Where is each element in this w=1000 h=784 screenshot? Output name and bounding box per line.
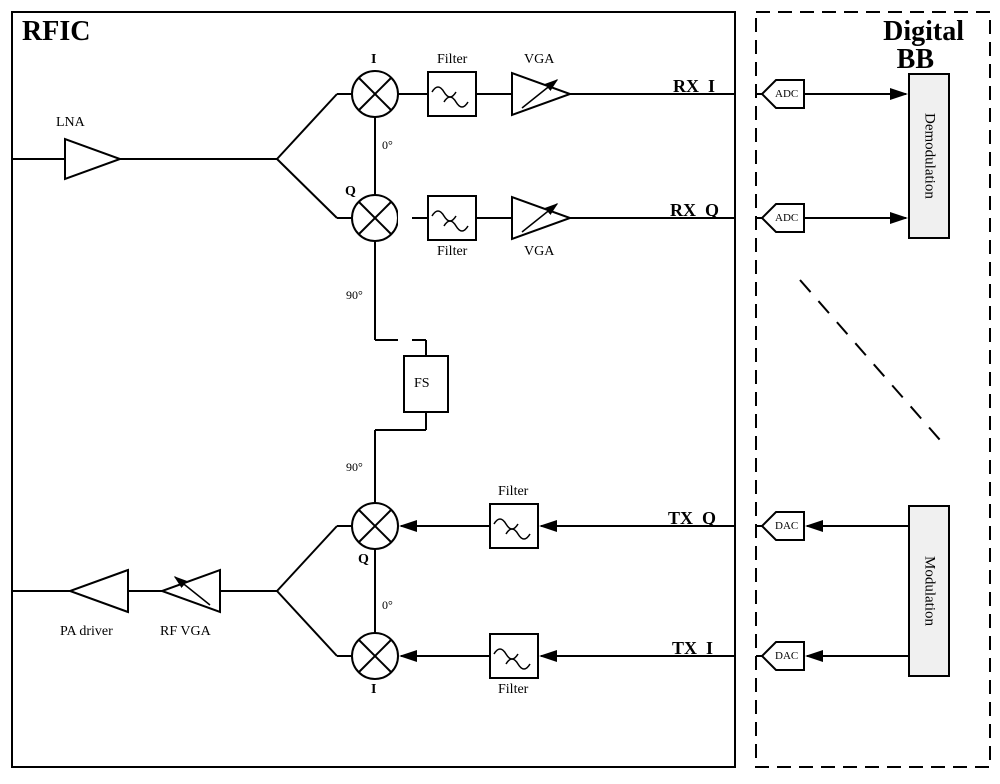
rf-vga bbox=[162, 570, 220, 612]
tx-i-filter bbox=[490, 634, 538, 678]
rx-i-vga bbox=[512, 73, 570, 115]
rx-i-vga-label: VGA bbox=[524, 52, 554, 68]
rx-q-vga-label: VGA bbox=[524, 244, 554, 260]
tx-q-signal: TX_Q bbox=[668, 508, 716, 529]
tx-i-filter-label: Filter bbox=[498, 682, 528, 698]
tx-i-dac-label: DAC bbox=[775, 650, 798, 662]
bb-separator bbox=[800, 280, 940, 440]
rx-q-adc-label: ADC bbox=[775, 212, 798, 224]
rx-i-phase: 0° bbox=[382, 138, 393, 153]
rx-q-filter-label: Filter bbox=[437, 244, 467, 260]
rfic-title: RFIC bbox=[22, 16, 90, 48]
rx-i-filter bbox=[428, 72, 476, 116]
mod-label: Modulation bbox=[921, 556, 938, 626]
tx-i-mixer-label: I bbox=[371, 682, 376, 698]
rx-q-mixer bbox=[352, 195, 398, 241]
tx-q-filter bbox=[490, 504, 538, 548]
rx-i-mixer-label: I bbox=[371, 52, 376, 68]
demod-label: Demodulation bbox=[921, 113, 938, 199]
fs-label: FS bbox=[414, 376, 430, 392]
rx-q-mixer-label: Q bbox=[345, 184, 356, 200]
tx-q-dac-label: DAC bbox=[775, 520, 798, 532]
lna-label: LNA bbox=[56, 115, 85, 131]
tx-q-phase: 90° bbox=[346, 460, 363, 475]
tx-i-mixer bbox=[352, 633, 398, 679]
tx-comb-up bbox=[277, 526, 337, 591]
rx-i-adc-label: ADC bbox=[775, 88, 798, 100]
bb-title2: BB bbox=[897, 44, 934, 76]
tx-q-mixer bbox=[352, 503, 398, 549]
tx-q-filter-label: Filter bbox=[498, 484, 528, 500]
rx-q-vga bbox=[512, 197, 570, 239]
rx-split-down bbox=[277, 159, 337, 218]
tx-i-phase: 0° bbox=[382, 598, 393, 613]
tx-comb-dn bbox=[277, 591, 337, 656]
tx-i-signal: TX_I bbox=[672, 638, 713, 659]
rx-i-filter-label: Filter bbox=[437, 52, 467, 68]
rx-q-signal: RX_Q bbox=[670, 200, 719, 221]
lna-amp bbox=[65, 139, 120, 179]
rx-split-up bbox=[277, 94, 337, 159]
rx-i-signal: RX_I bbox=[673, 76, 715, 97]
pa-driver-label: PA driver bbox=[60, 624, 113, 640]
rf-vga-label: RF VGA bbox=[160, 624, 211, 640]
rx-q-filter bbox=[428, 196, 476, 240]
pa-driver bbox=[70, 570, 128, 612]
rx-q-phase: 90° bbox=[346, 288, 363, 303]
tx-q-mixer-label: Q bbox=[358, 552, 369, 568]
